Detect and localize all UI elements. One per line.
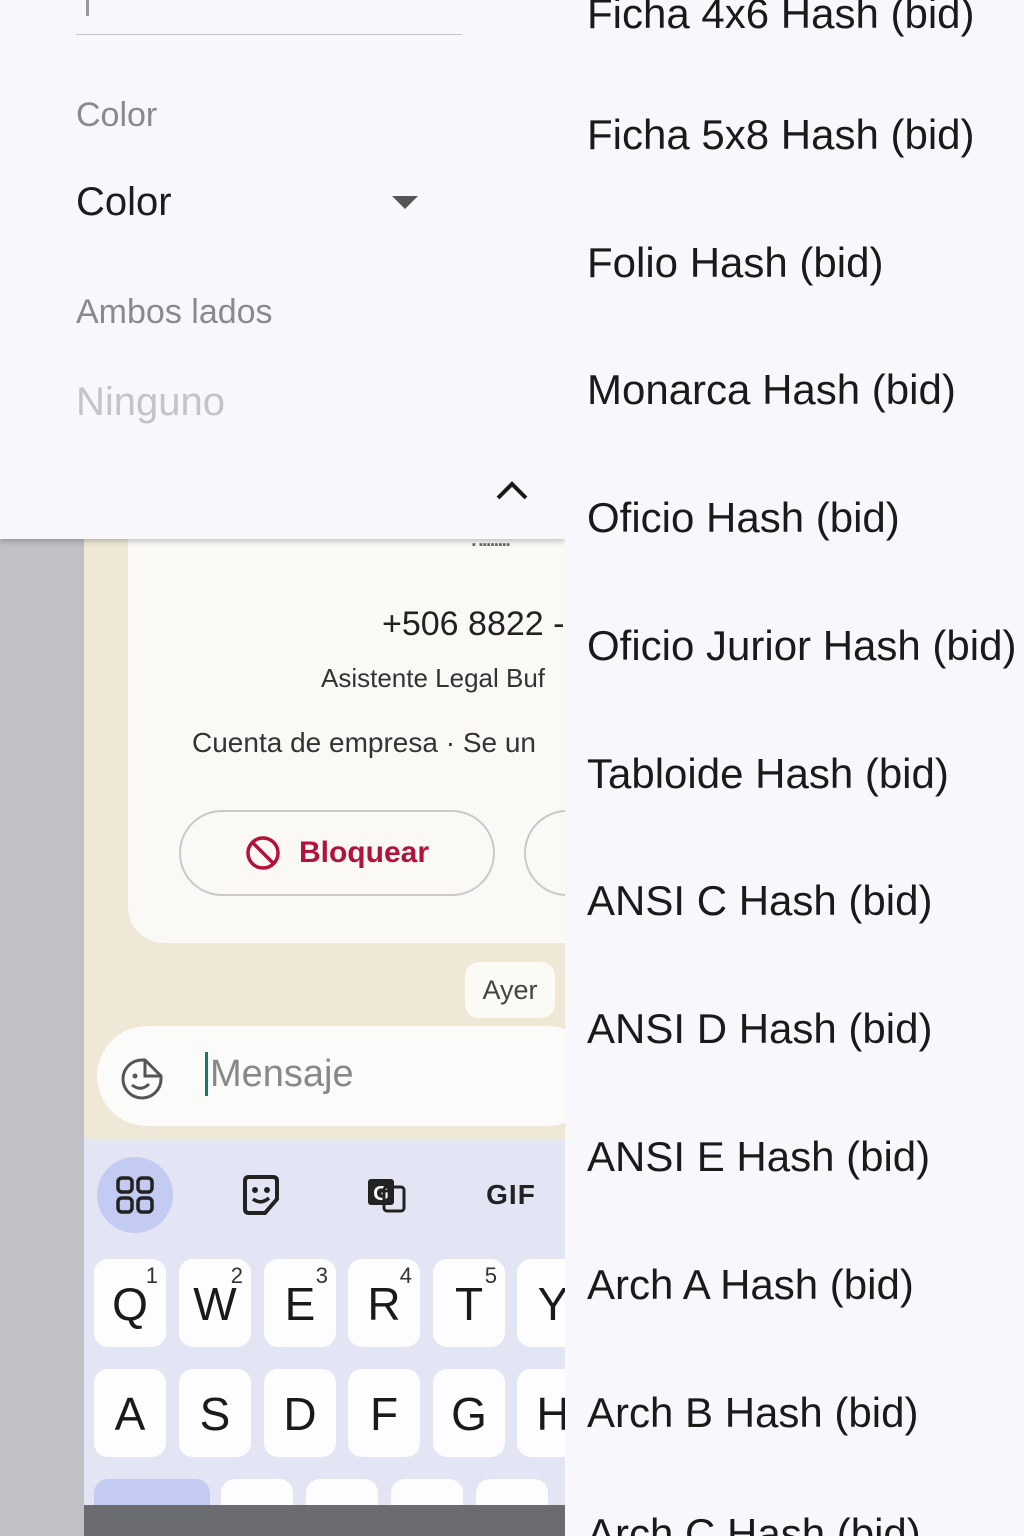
copies-field-underline[interactable] bbox=[76, 34, 462, 35]
key-number: 1 bbox=[145, 1263, 158, 1288]
key-h[interactable]: H bbox=[517, 1369, 565, 1457]
key-number: 2 bbox=[230, 1263, 243, 1288]
paper-size-option[interactable]: Arch C Hash (bid) bbox=[587, 1510, 921, 1536]
print-settings-panel: Color Color Ambos lados Ninguno bbox=[0, 0, 565, 539]
paper-size-option[interactable]: Oficio Jurior Hash (bid) bbox=[587, 622, 1016, 682]
paper-size-option[interactable]: Ficha 5x8 Hash (bid) bbox=[587, 111, 975, 171]
key-char: G bbox=[451, 1388, 487, 1440]
paper-size-dropdown-list: Ficha 4x6 Hash (bid) Ficha 5x8 Hash (bid… bbox=[565, 0, 1024, 1536]
key-number: 4 bbox=[399, 1263, 412, 1288]
color-label: Color bbox=[76, 96, 158, 134]
sticker-emoji-icon[interactable] bbox=[119, 1056, 165, 1102]
chat-background: ▪ ▪▪▪▪▪▪▪▪ +506 8822 - Asistente Legal B… bbox=[84, 539, 565, 1139]
block-label: Bloquear bbox=[298, 836, 430, 869]
key-char: Y bbox=[537, 1278, 565, 1330]
keyboard: G GIF Q1 W2 E3 R4 T5 Y A S D F G H bbox=[84, 1139, 565, 1536]
key-char: H bbox=[536, 1388, 565, 1440]
paper-size-option[interactable]: Folio Hash (bid) bbox=[587, 239, 883, 299]
key-char: S bbox=[199, 1388, 231, 1440]
paper-size-option[interactable]: Ficha 4x6 Hash (bid) bbox=[587, 0, 975, 50]
translate-icon[interactable]: G bbox=[348, 1157, 424, 1233]
key-number: 3 bbox=[315, 1263, 328, 1288]
key-s[interactable]: S bbox=[179, 1369, 251, 1457]
business-info: Cuenta de empresa · Se un bbox=[192, 727, 536, 758]
paper-size-option[interactable]: Oficio Hash (bid) bbox=[587, 494, 900, 554]
date-chip: Ayer bbox=[465, 962, 555, 1018]
key-y[interactable]: Y bbox=[517, 1259, 565, 1347]
text-cursor bbox=[86, 0, 89, 16]
color-value: Color bbox=[76, 180, 172, 224]
card-small-text: ▪ ▪▪▪▪▪▪▪▪ bbox=[472, 539, 511, 551]
paper-size-option[interactable]: Arch A Hash (bid) bbox=[587, 1261, 914, 1321]
paper-size-option[interactable]: Tabloide Hash (bid) bbox=[587, 750, 949, 810]
key-char: D bbox=[283, 1388, 317, 1440]
key-char: A bbox=[114, 1388, 146, 1440]
sticker-icon[interactable] bbox=[223, 1157, 299, 1233]
key-char: F bbox=[369, 1388, 399, 1440]
key-number: 5 bbox=[484, 1263, 497, 1288]
key-q[interactable]: Q1 bbox=[94, 1259, 166, 1347]
message-input[interactable]: Mensaje bbox=[205, 1052, 354, 1096]
navigation-bar bbox=[84, 1505, 565, 1536]
key-d[interactable]: D bbox=[264, 1369, 336, 1457]
paper-size-option[interactable]: ANSI D Hash (bid) bbox=[587, 1005, 932, 1065]
key-w[interactable]: W2 bbox=[179, 1259, 251, 1347]
paper-size-option[interactable]: Monarca Hash (bid) bbox=[587, 366, 956, 426]
block-button[interactable]: Bloquear bbox=[179, 810, 495, 896]
both-sides-label: Ambos lados bbox=[76, 293, 273, 331]
print-preview: ▪ ▪▪▪▪▪▪▪▪ +506 8822 - Asistente Legal B… bbox=[84, 539, 565, 1536]
block-icon bbox=[246, 836, 280, 870]
message-bar[interactable]: Mensaje bbox=[97, 1026, 565, 1126]
chevron-up-icon[interactable] bbox=[494, 474, 530, 504]
contact-phone: +506 8822 - bbox=[382, 605, 565, 643]
dropdown-arrow-icon bbox=[392, 196, 418, 209]
key-a[interactable]: A bbox=[94, 1369, 166, 1457]
key-t[interactable]: T5 bbox=[433, 1259, 505, 1347]
paper-size-option[interactable]: ANSI C Hash (bid) bbox=[587, 877, 932, 937]
key-f[interactable]: F bbox=[348, 1369, 420, 1457]
gif-button[interactable]: GIF bbox=[473, 1157, 549, 1233]
business-name: Asistente Legal Buf bbox=[321, 663, 546, 693]
key-g[interactable]: G bbox=[433, 1369, 505, 1457]
paper-size-option[interactable]: Arch B Hash (bid) bbox=[587, 1389, 918, 1449]
color-select[interactable]: Color bbox=[76, 180, 428, 230]
both-sides-select: Ninguno bbox=[76, 380, 226, 424]
paper-size-option[interactable]: ANSI E Hash (bid) bbox=[587, 1133, 930, 1193]
key-r[interactable]: R4 bbox=[348, 1259, 420, 1347]
apps-grid-icon[interactable] bbox=[97, 1157, 173, 1233]
key-e[interactable]: E3 bbox=[264, 1259, 336, 1347]
